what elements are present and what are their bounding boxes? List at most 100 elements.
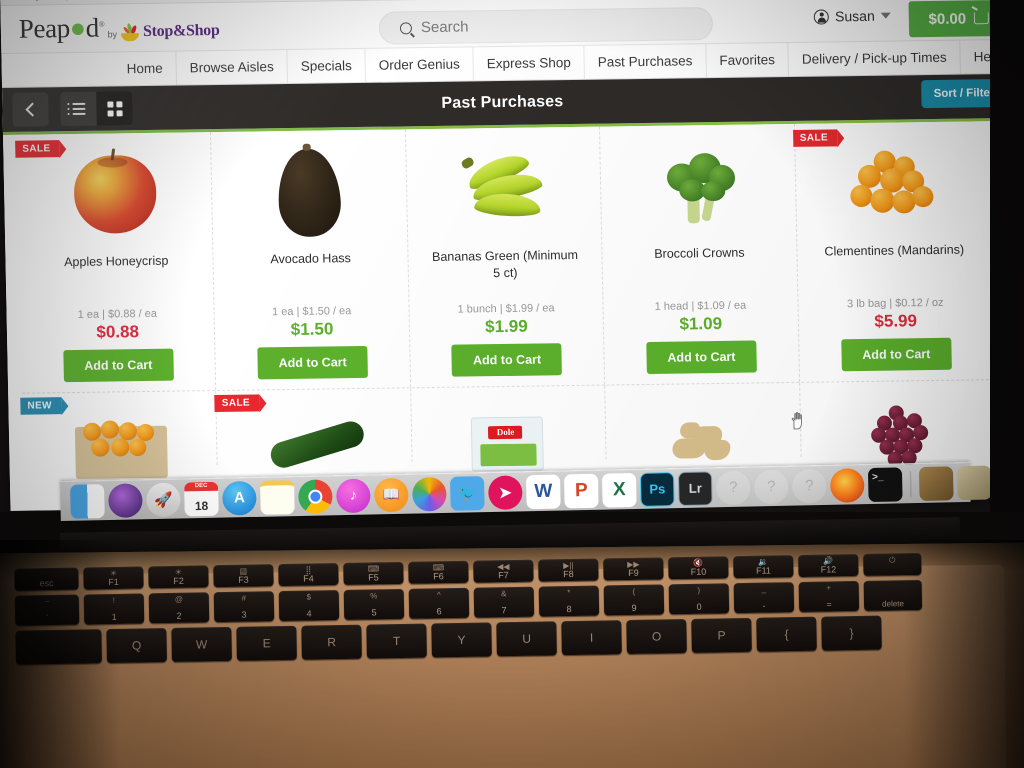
photoshop-icon[interactable]: Ps: [639, 471, 675, 507]
siri-icon[interactable]: [108, 482, 143, 518]
key-f10[interactable]: 🔇 F10: [668, 556, 729, 580]
key-p[interactable]: P: [691, 617, 752, 653]
key-5[interactable]: % 5: [343, 588, 405, 620]
nav-item-past-purchases[interactable]: Past Purchases: [583, 44, 706, 79]
ibooks-icon[interactable]: 📖: [374, 477, 409, 512]
key-esc[interactable]: esc: [14, 567, 79, 591]
launchpad-icon[interactable]: 🚀: [146, 481, 181, 517]
shopping-cart-icon: [973, 12, 990, 25]
powerpoint-icon[interactable]: P: [563, 473, 599, 508]
add-to-cart-button[interactable]: Add to Cart: [257, 345, 369, 380]
peapod-logo[interactable]: Peap●d® by Stop&Shop: [11, 13, 220, 44]
key-w[interactable]: W: [171, 626, 232, 662]
add-to-cart-button[interactable]: Add to Cart: [841, 337, 952, 372]
product-card-clementines[interactable]: SALE Clementines (Mandarins) 3 lb bag | …: [792, 121, 995, 382]
key-9[interactable]: (9: [603, 584, 665, 616]
nav-item-order-genius[interactable]: Order Genius: [364, 47, 474, 82]
twitter-icon[interactable]: 🐦: [449, 475, 485, 511]
nav-item-home[interactable]: Home: [113, 52, 176, 86]
placeholder-icon-1[interactable]: ?: [715, 470, 751, 505]
bookmark-item[interactable]: ...ay Pumpkin Custard: [8, 0, 125, 1]
key-f7[interactable]: ◀◀ F7: [473, 559, 534, 583]
key-f1[interactable]: ☀ F1: [83, 566, 144, 590]
grid-view-button[interactable]: [96, 91, 133, 126]
key-2[interactable]: @2: [148, 592, 210, 624]
add-to-cart-button[interactable]: Add to Cart: [646, 340, 757, 374]
key-0[interactable]: ) 0: [668, 583, 730, 615]
minimized-window-1[interactable]: [918, 465, 954, 501]
nav-item-specials[interactable]: Specials: [286, 48, 366, 83]
product-card-clementine-crate[interactable]: NEW: [20, 391, 219, 479]
key-7[interactable]: & 7: [473, 586, 535, 618]
firefox-icon[interactable]: [829, 467, 865, 503]
key-minus[interactable]: _ -: [733, 582, 795, 614]
calendar-icon[interactable]: DEC 18: [184, 481, 219, 516]
key-tab[interactable]: [15, 629, 102, 665]
product-card-dole-salad[interactable]: Dole: [410, 385, 607, 472]
add-to-cart-button[interactable]: Add to Cart: [451, 343, 563, 377]
key-f12[interactable]: 🔊 F12: [798, 553, 859, 578]
key-equals[interactable]: + =: [798, 580, 860, 613]
key-o[interactable]: O: [626, 619, 687, 655]
placeholder-icon-3[interactable]: ?: [791, 468, 827, 504]
key-6[interactable]: ^ 6: [408, 587, 470, 619]
terminal-icon[interactable]: >_: [867, 466, 903, 502]
back-button[interactable]: [12, 92, 49, 127]
notes-icon[interactable]: [260, 479, 295, 515]
product-name: Clementines (Mandarins): [824, 242, 965, 259]
finder-icon[interactable]: [70, 483, 105, 519]
key-i[interactable]: I: [561, 620, 622, 656]
product-card-avocado[interactable]: Avocado Hass 1 ea | $1.50 / ea $1.50 Add…: [211, 129, 411, 391]
key-y[interactable]: Y: [431, 622, 492, 658]
key-1[interactable]: ! 1: [83, 593, 145, 625]
key-backtick[interactable]: ~ `: [14, 594, 80, 626]
product-card-ginger[interactable]: [605, 382, 802, 461]
photos-icon[interactable]: [411, 476, 447, 512]
product-card-broccoli[interactable]: Broccoli Crowns 1 head | $1.09 / ea $1.0…: [600, 123, 800, 385]
key-f8[interactable]: ▶|| F8: [538, 558, 599, 582]
excel-icon[interactable]: X: [601, 472, 637, 508]
nav-item-favorites[interactable]: Favorites: [705, 43, 789, 78]
lightroom-icon[interactable]: Lr: [677, 470, 713, 506]
key-t[interactable]: T: [366, 623, 427, 659]
product-card-bananas[interactable]: Bananas Green (Minimum 5 ct) 1 bunch | $…: [405, 126, 606, 388]
chrome-icon[interactable]: [298, 478, 333, 514]
pointing-hand-cursor: [791, 412, 802, 430]
key-3[interactable]: #3: [213, 591, 275, 623]
key-f9[interactable]: ▶▶ F9: [603, 557, 664, 581]
key-f5[interactable]: ⌨ F5: [343, 561, 404, 585]
key-f6[interactable]: ⌨ F6: [408, 560, 469, 584]
add-to-cart-button[interactable]: Add to Cart: [63, 348, 174, 383]
product-card-cucumber[interactable]: SALE: [214, 388, 413, 471]
sparrow-icon[interactable]: ➤: [487, 474, 523, 510]
key-f2[interactable]: ☀ F2: [148, 565, 209, 589]
nav-item-delivery-pickup-times[interactable]: Delivery / Pick-up Times: [787, 40, 961, 77]
search-placeholder: Search: [420, 18, 469, 37]
key-4[interactable]: $4: [278, 590, 340, 622]
key-f11[interactable]: 🔉 F11: [733, 555, 794, 579]
bookmark-label: ...ay Pumpkin Custard: [21, 0, 125, 1]
key-power[interactable]: ⏻: [863, 552, 922, 576]
account-menu[interactable]: Susan: [813, 8, 891, 25]
minimized-window-2[interactable]: [956, 465, 992, 500]
nav-item-express-shop[interactable]: Express Shop: [472, 45, 585, 81]
key-delete[interactable]: delete: [863, 579, 923, 611]
key-r[interactable]: R: [301, 624, 362, 660]
key-f3[interactable]: ▤ F3: [213, 564, 274, 588]
product-card-apples[interactable]: SALE Apples Honeycrisp 1 ea | $0.88 / ea…: [15, 132, 217, 393]
key-u[interactable]: U: [496, 621, 557, 657]
product-card-red-grapes[interactable]: [800, 380, 996, 467]
placeholder-icon-2[interactable]: ?: [753, 469, 789, 504]
word-icon[interactable]: W: [525, 474, 561, 509]
key-e[interactable]: E: [236, 625, 297, 661]
key-q[interactable]: Q: [106, 628, 167, 664]
key-8[interactable]: * 8: [538, 585, 600, 617]
key-bracket-left[interactable]: {: [756, 616, 817, 652]
key-f4[interactable]: ⣿ F4: [278, 563, 339, 587]
key-bracket-right[interactable]: }: [821, 615, 882, 651]
itunes-icon[interactable]: ♪: [336, 478, 371, 513]
app-store-icon[interactable]: A: [222, 480, 257, 516]
search-input[interactable]: Search: [378, 7, 714, 45]
nav-item-browse-aisles[interactable]: Browse Aisles: [175, 50, 288, 85]
list-view-button[interactable]: [60, 92, 97, 126]
